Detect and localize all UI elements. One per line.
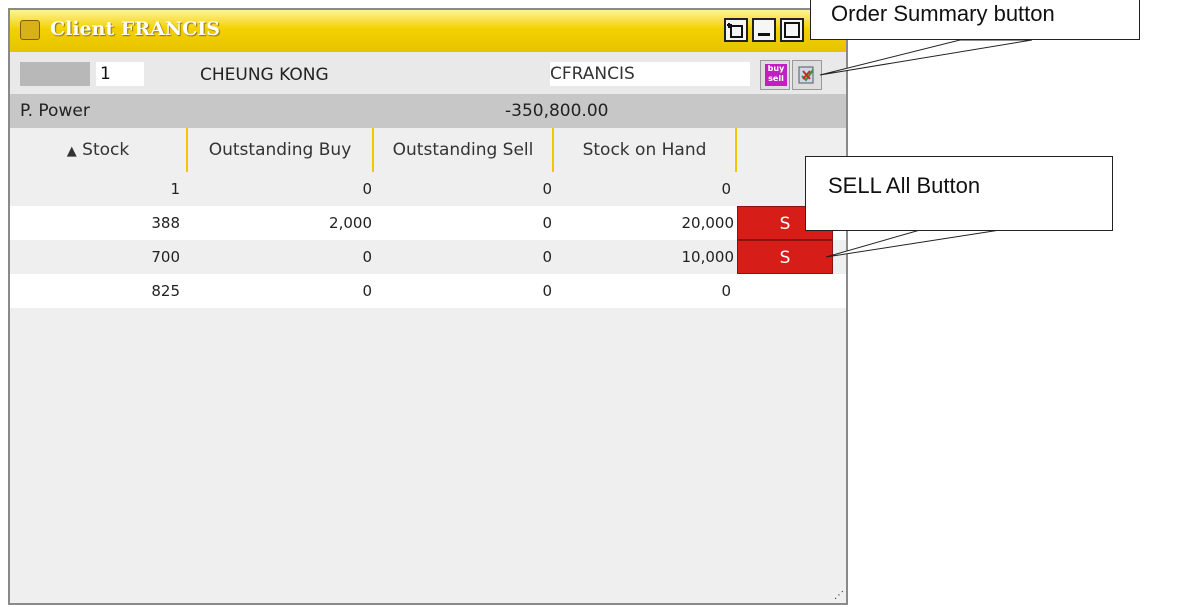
order-summary-callout: Order Summary button — [810, 0, 1140, 40]
order-summary-pointer — [819, 39, 1033, 76]
sell-all-pointer — [825, 229, 1001, 258]
callout-pointers — [819, 39, 1033, 258]
sell-all-callout: SELL All Button — [805, 156, 1113, 231]
